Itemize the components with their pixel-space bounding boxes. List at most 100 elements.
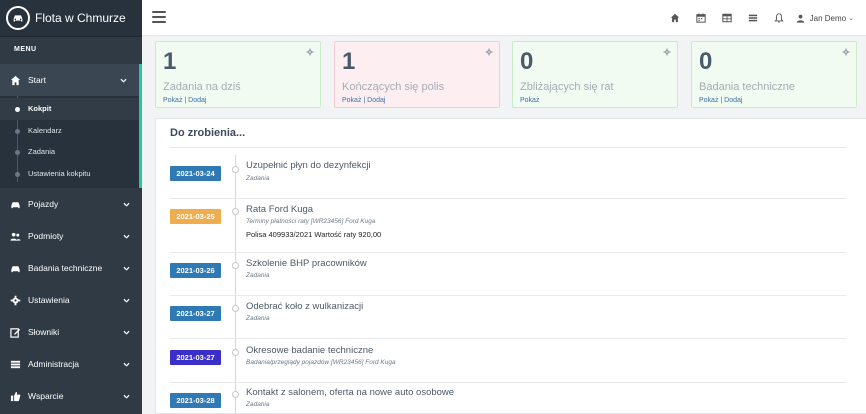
todo-title[interactable]: Kontakt z salonem, oferta na nowe auto o…	[246, 387, 454, 398]
sidebar-item-ustawienia[interactable]: Ustawienia	[0, 284, 142, 316]
car-icon	[9, 198, 21, 210]
card-links[interactable]: Pokaż | Dodaj	[699, 97, 742, 104]
users-icon	[9, 230, 21, 242]
timeline-dot	[232, 391, 239, 398]
home-icon[interactable]	[662, 0, 688, 36]
sidebar-item-label: Słowniki	[28, 327, 60, 337]
card-title: Badania techniczne	[699, 81, 796, 93]
chevron-down-icon	[119, 76, 127, 84]
card-count: 0	[699, 48, 713, 75]
chevron-down-icon	[122, 328, 130, 336]
todo-item[interactable]: 2021-03-26 Szkolenie BHP pracowników Zad…	[170, 253, 846, 296]
panel-title: Do zrobienia...	[170, 127, 246, 139]
calendar-icon[interactable]	[688, 0, 714, 36]
todo-title[interactable]: Uzupełnić płyn do dezynfekcji	[246, 160, 371, 171]
todo-item[interactable]: 2021-03-27 Okresowe badanie techniczne B…	[170, 339, 846, 383]
thumbs-up-icon	[9, 390, 21, 402]
date-badge: 2021-03-28	[170, 393, 221, 408]
card-upcoming-installments[interactable]: 0 Zbliżających się rat Pokaż	[512, 41, 678, 108]
edit-icon	[9, 326, 21, 338]
start-submenu: Kokpit Kalendarz Zadania Ustawienia kokp…	[0, 96, 142, 188]
sidebar-item-label: Start	[28, 75, 46, 85]
todo-item[interactable]: 2021-03-25 Rata Ford Kuga Terminy płatno…	[170, 199, 846, 253]
card-count: 0	[520, 48, 534, 75]
card-links[interactable]: Pokaż	[520, 97, 539, 104]
brand-name: Flota w Chmurze	[35, 11, 126, 25]
list-icon	[9, 358, 21, 370]
date-badge: 2021-03-27	[170, 350, 221, 365]
chevron-down-icon	[122, 200, 130, 208]
sidebar-item-label: Pojazdy	[28, 199, 59, 209]
sidebar-item-wsparcie[interactable]: Wsparcie	[0, 380, 142, 412]
card-count: 1	[163, 48, 177, 75]
chevron-down-icon	[122, 360, 130, 368]
sidebar: Flota w Chmurze MENU Start Kokpit Kalend…	[0, 0, 142, 414]
gear-icon[interactable]	[663, 48, 671, 56]
timeline-dot	[232, 166, 239, 173]
sidebar-subitem-kalendarz[interactable]: Kalendarz	[0, 120, 139, 142]
hamburger-menu-icon[interactable]	[152, 11, 166, 23]
todo-details: Polisa 409933/2021 Wartość raty 920,00	[246, 230, 382, 239]
chevron-down-icon	[122, 264, 130, 272]
todo-title[interactable]: Szkolenie BHP pracowników	[246, 258, 367, 269]
user-menu[interactable]: Jan Demo ⌄	[796, 14, 854, 23]
timeline-dot	[232, 262, 239, 269]
sidebar-item-podmioty[interactable]: Podmioty	[0, 220, 142, 252]
chevron-down-icon: ⌄	[848, 15, 854, 22]
sidebar-item-start[interactable]: Start	[0, 64, 142, 96]
car-icon	[9, 262, 21, 274]
sidebar-item-pojazdy[interactable]: Pojazdy	[0, 188, 142, 220]
user-name: Jan Demo	[809, 13, 847, 23]
brand[interactable]: Flota w Chmurze	[0, 0, 142, 37]
sidebar-subitem-ustawienia-kokpitu[interactable]: Ustawienia kokpitu	[0, 163, 139, 185]
gear-icon[interactable]	[842, 48, 850, 56]
todo-title[interactable]: Odebrać koło z wulkanizacji	[246, 301, 363, 312]
todo-item[interactable]: 2021-03-27 Odebrać koło z wulkanizacji Z…	[170, 296, 846, 339]
sidebar-subitem-kokpit[interactable]: Kokpit	[0, 98, 139, 120]
timeline-dot	[232, 349, 239, 356]
todo-item[interactable]: 2021-03-28 Kontakt z salonem, oferta na …	[170, 383, 846, 413]
gear-icon[interactable]	[306, 48, 314, 56]
todo-category: Zadania	[246, 401, 270, 408]
todo-category: Zadania	[246, 175, 270, 182]
timeline-dot	[232, 208, 239, 215]
menu-label: MENU	[14, 46, 37, 53]
card-links[interactable]: Pokaż | Dodaj	[342, 97, 385, 104]
todo-title[interactable]: Okresowe badanie techniczne	[246, 345, 373, 356]
todo-item[interactable]: 2021-03-24 Uzupełnić płyn do dezynfekcji…	[170, 155, 846, 199]
card-links[interactable]: Pokaż | Dodaj	[163, 97, 206, 104]
divider	[170, 147, 846, 148]
chevron-down-icon	[122, 296, 130, 304]
car-logo-icon	[6, 6, 30, 30]
gear-icon	[9, 294, 21, 306]
sidebar-item-label: Wsparcie	[28, 391, 64, 401]
sidebar-item-badania[interactable]: Badania techniczne	[0, 252, 142, 284]
card-count: 1	[342, 48, 356, 75]
chevron-down-icon	[122, 392, 130, 400]
bell-icon[interactable]	[766, 0, 792, 36]
date-badge: 2021-03-24	[170, 166, 221, 181]
sidebar-item-slowniki[interactable]: Słowniki	[0, 316, 142, 348]
sidebar-item-administracja[interactable]: Administracja	[0, 348, 142, 380]
card-technical-inspections[interactable]: 0 Badania techniczne Pokaż | Dodaj	[691, 41, 857, 108]
summary-cards: 1 Zadania na dziś Pokaż | Dodaj 1 Kończą…	[155, 41, 866, 109]
list-icon[interactable]	[740, 0, 766, 36]
home-icon	[9, 74, 21, 86]
todo-category: Zadania	[246, 315, 270, 322]
card-title: Kończących się polis	[342, 81, 445, 93]
card-title: Zbliżających się rat	[520, 81, 614, 93]
todo-panel: Do zrobienia... 2021-03-24 Uzupełnić pły…	[155, 118, 866, 414]
todo-title[interactable]: Rata Ford Kuga	[246, 204, 313, 215]
chevron-down-icon	[122, 232, 130, 240]
sidebar-item-label: Podmioty	[28, 231, 64, 241]
sidebar-item-label: Ustawienia	[28, 295, 70, 305]
card-title: Zadania na dziś	[163, 81, 241, 93]
topbar-icons: Jan Demo ⌄	[662, 0, 854, 36]
card-tasks-today[interactable]: 1 Zadania na dziś Pokaż | Dodaj	[155, 41, 321, 108]
card-expiring-policies[interactable]: 1 Kończących się polis Pokaż | Dodaj	[334, 41, 500, 108]
gear-icon[interactable]	[485, 48, 493, 56]
date-badge: 2021-03-26	[170, 263, 221, 278]
sidebar-subitem-zadania[interactable]: Zadania	[0, 141, 139, 163]
table-icon[interactable]	[714, 0, 740, 36]
todo-category: Zadania	[246, 272, 270, 279]
